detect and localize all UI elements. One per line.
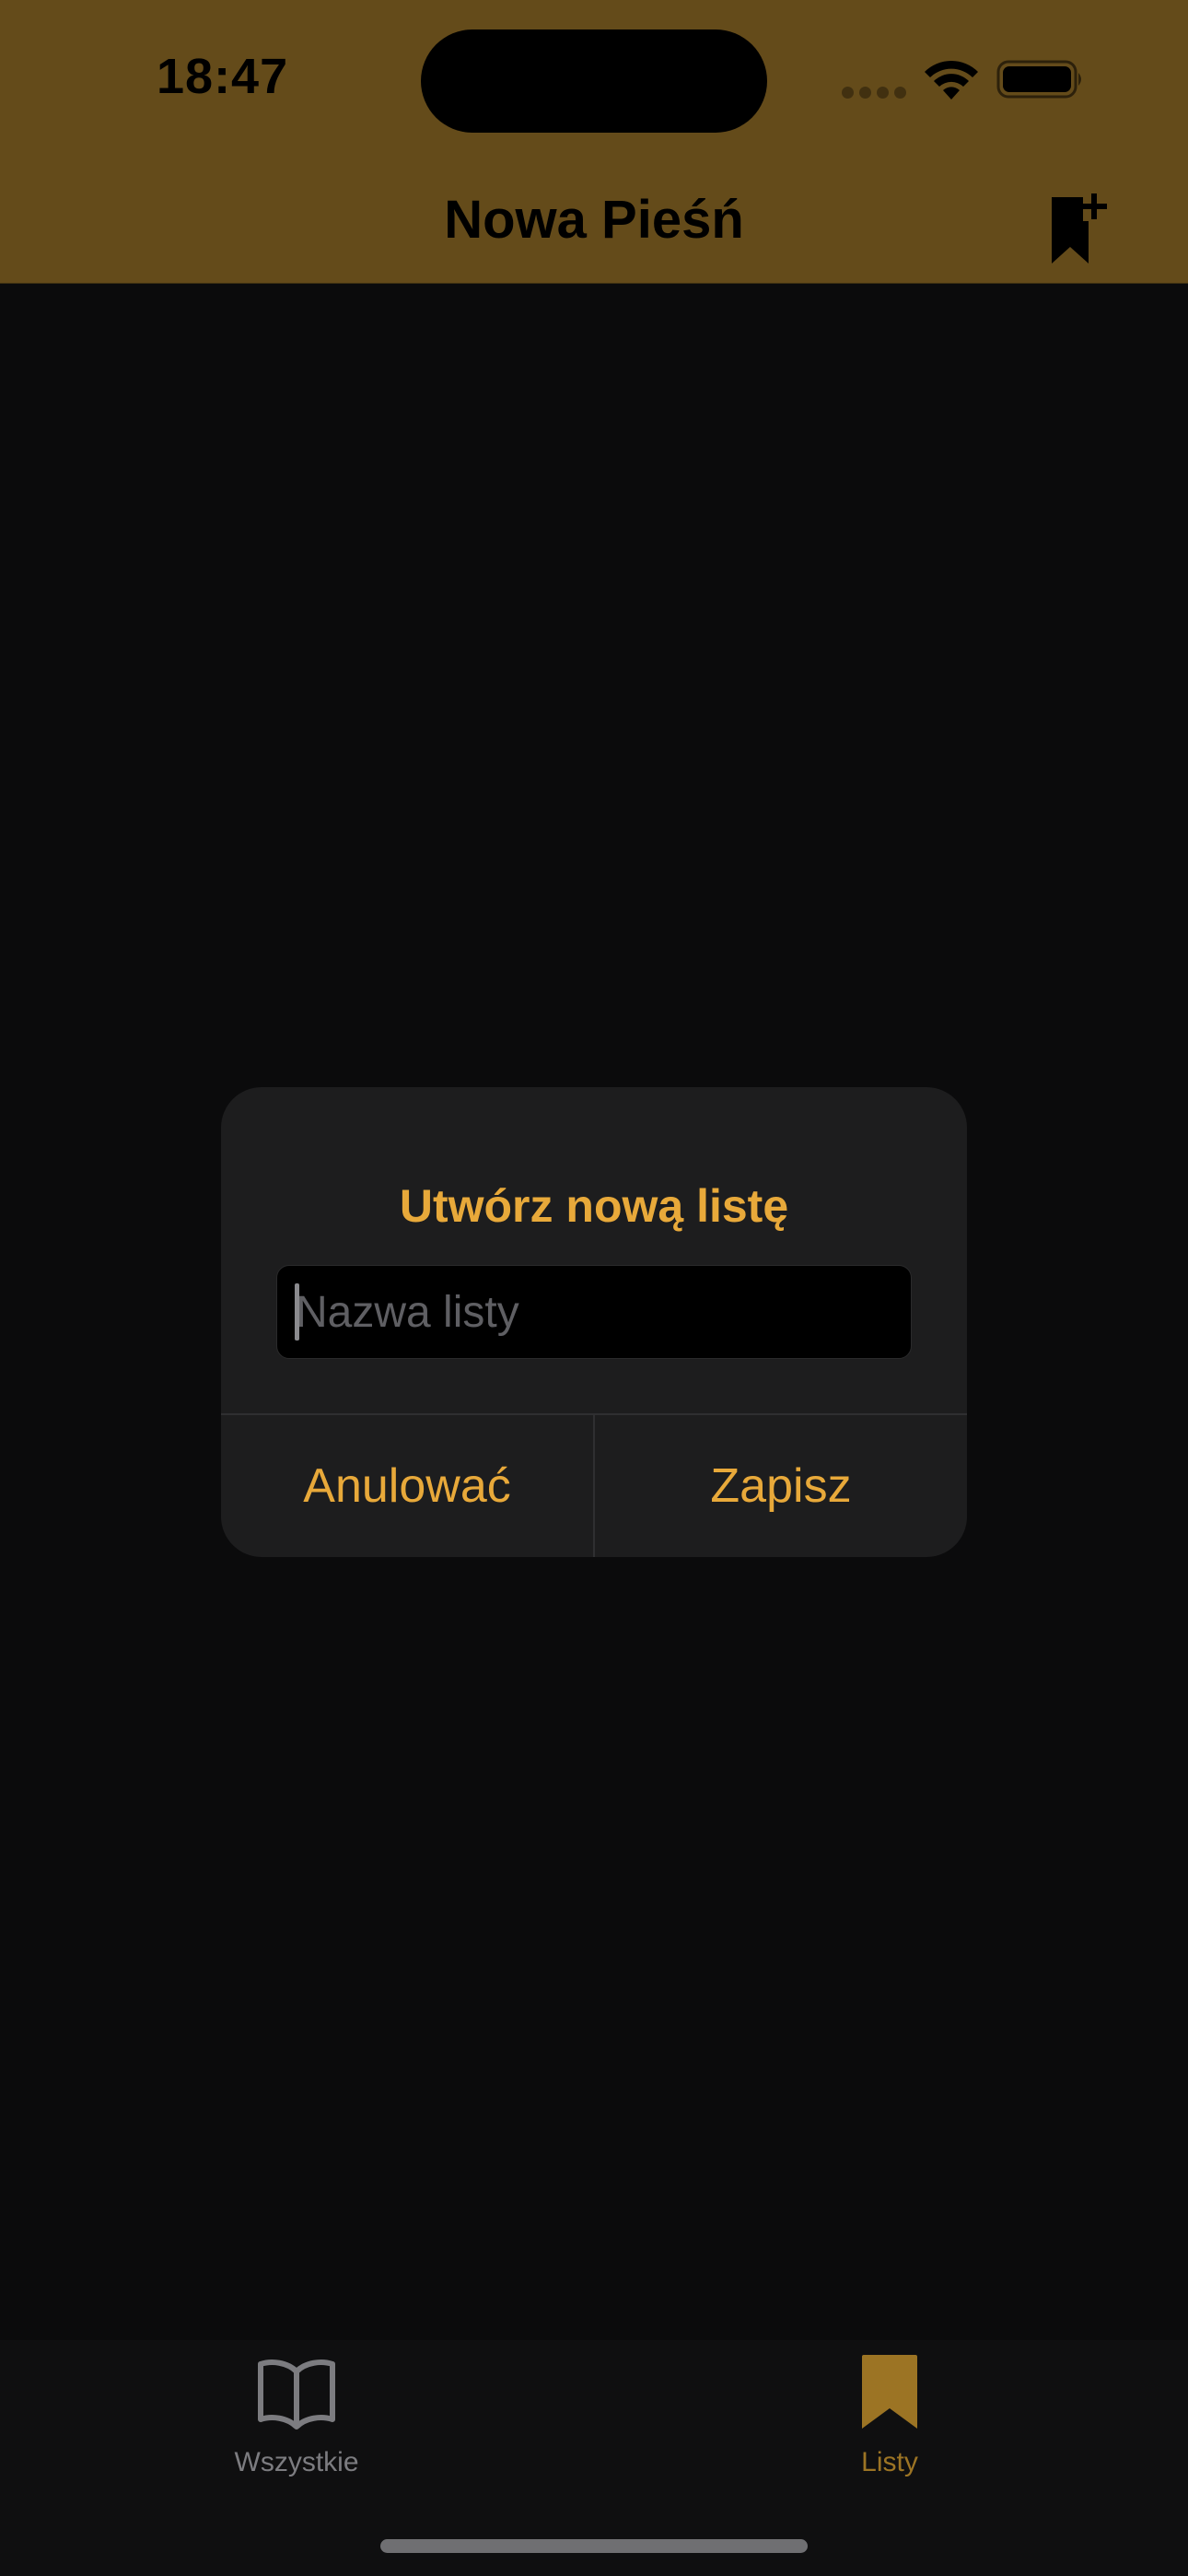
- create-list-dialog: Utwórz nową listę Anulować Zapisz: [221, 1087, 967, 1557]
- home-indicator: [380, 2539, 808, 2553]
- book-icon: [258, 2359, 335, 2430]
- bookmark-icon: [862, 2355, 917, 2429]
- wifi-icon: [925, 60, 978, 100]
- list-name-input[interactable]: [276, 1265, 912, 1359]
- battery-icon: [996, 60, 1081, 99]
- navigation-header: 18:47 Nowa Pieśń: [0, 0, 1188, 284]
- bookmark-plus-icon: [1052, 193, 1107, 263]
- cancel-button[interactable]: Anulować: [221, 1415, 593, 1557]
- tab-label: Listy: [861, 2447, 918, 2477]
- tab-all-songs[interactable]: Wszystkie: [158, 2353, 435, 2491]
- dynamic-island: [421, 29, 767, 133]
- status-time: 18:47: [157, 49, 289, 104]
- add-list-button[interactable]: [1041, 190, 1114, 273]
- app-screen: 18:47 Nowa Pieśń Utwórz nową listę Nazwa…: [0, 0, 1188, 2576]
- dialog-title: Utwórz nową listę: [399, 1180, 789, 1232]
- text-cursor: [295, 1283, 299, 1341]
- page-title: Nowa Pieśń: [444, 190, 744, 250]
- cellular-signal-icon: [842, 87, 906, 99]
- tab-lists[interactable]: Listy: [751, 2353, 1028, 2491]
- save-button[interactable]: Zapisz: [595, 1415, 967, 1557]
- tab-label: Wszystkie: [234, 2447, 359, 2477]
